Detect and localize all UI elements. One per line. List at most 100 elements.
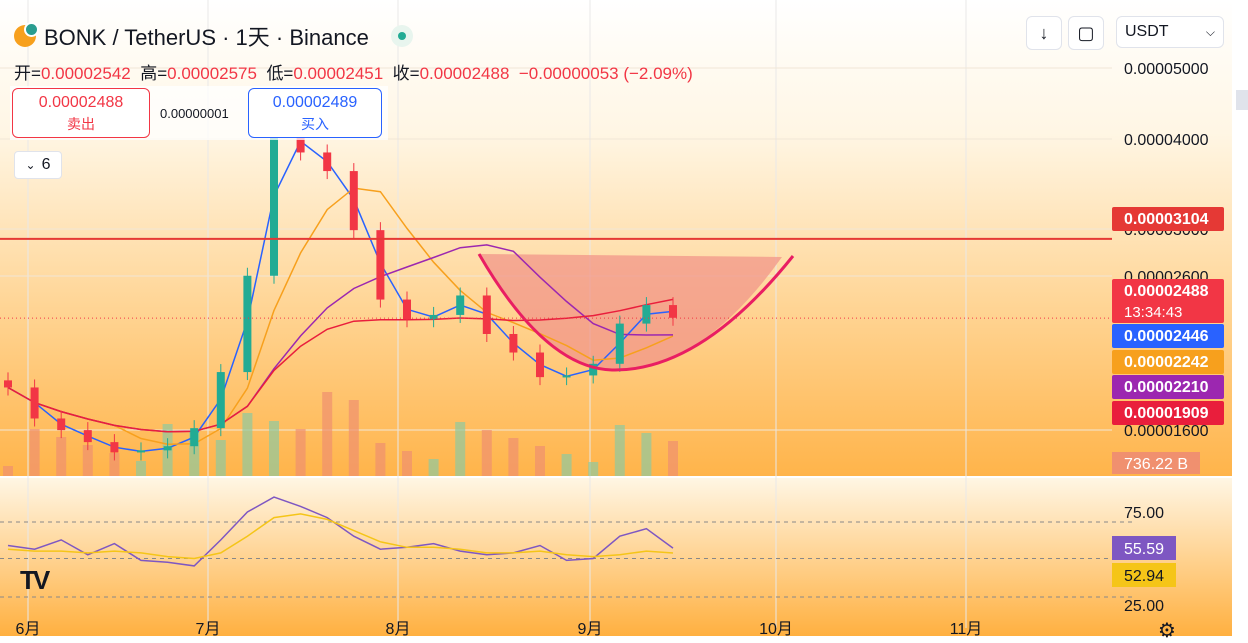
sell-button[interactable]: 0.00002488 卖出 xyxy=(12,88,150,138)
price-label-text: 0.00002210 xyxy=(1124,379,1209,396)
candle-body xyxy=(615,323,624,364)
volume-bar xyxy=(455,422,466,476)
candle-body xyxy=(216,372,225,429)
candle-body xyxy=(270,130,278,276)
volume-bar xyxy=(668,441,678,476)
close-label: 收= xyxy=(392,64,420,83)
price-label-text: 0.00003104 xyxy=(1124,211,1209,228)
candle-body xyxy=(163,446,172,451)
volume-bar xyxy=(242,413,253,476)
volume-bar xyxy=(295,429,306,476)
candle-body xyxy=(323,152,332,172)
volume-bar xyxy=(588,462,599,476)
candle-body xyxy=(429,314,438,320)
x-tick-label: 9月 xyxy=(578,621,603,636)
volume-bar xyxy=(481,430,492,476)
scrollbar-thumb[interactable] xyxy=(1236,90,1248,110)
volume-bar xyxy=(561,454,572,476)
rsi-pane-background xyxy=(0,478,1232,636)
volume-label-text: 736.22 B xyxy=(1124,456,1188,473)
candle-body xyxy=(57,418,66,431)
rsi-tick-label: 25.00 xyxy=(1124,598,1164,615)
candle-body xyxy=(669,305,677,318)
candle-body xyxy=(4,380,12,388)
candle-body xyxy=(243,275,252,373)
candle-body xyxy=(562,375,571,378)
candle-body xyxy=(190,428,199,447)
x-tick-label: 7月 xyxy=(196,621,221,636)
candle-body xyxy=(83,430,92,443)
rsi-value-text: 52.94 xyxy=(1124,568,1164,585)
chevron-down-icon: ⌄ xyxy=(25,158,36,172)
x-tick-label: 6月 xyxy=(16,621,41,636)
sell-label: 卖出 xyxy=(67,116,95,132)
symbol-title[interactable]: BONK / TetherUS · 1天 · Binance xyxy=(44,20,369,52)
candle-body xyxy=(137,450,145,453)
currency-select[interactable]: USDT ⌵ xyxy=(1116,16,1224,48)
volume-bar xyxy=(215,440,226,476)
symbol-header: BONK / TetherUS · 1天 · Binance xyxy=(14,20,413,52)
price-label-text: 0.00002242 xyxy=(1124,354,1209,371)
close-value: 0.00002488 xyxy=(419,64,510,83)
bonk-logo-icon xyxy=(14,22,39,47)
volume-bar xyxy=(348,400,359,476)
volume-bar xyxy=(375,443,386,476)
low-value: 0.00002451 xyxy=(293,64,384,83)
volume-bar xyxy=(402,451,412,476)
volume-bar xyxy=(508,438,519,476)
chevron-down-icon: ⌵ xyxy=(1205,24,1215,39)
candle-body xyxy=(403,299,411,320)
x-tick-label: 11月 xyxy=(950,621,983,636)
volume-bar xyxy=(614,425,625,476)
candle-body xyxy=(376,230,385,300)
spread-value: 0.00000001 xyxy=(160,106,229,121)
y-tick-label: 0.00001600 xyxy=(1124,423,1209,440)
volume-bar xyxy=(29,429,40,476)
candle-body xyxy=(456,295,465,315)
candle-body xyxy=(30,387,39,419)
volume-bar xyxy=(269,421,279,476)
candle-body xyxy=(642,305,651,324)
candle-body xyxy=(536,352,544,378)
candle-body xyxy=(349,171,358,231)
rsi-tick-label: 75.00 xyxy=(1124,505,1164,522)
volume-bar xyxy=(136,461,146,476)
trade-panel: 0.00002488 卖出 0.00000001 0.00002489 买入 xyxy=(10,86,388,140)
volume-bar xyxy=(641,433,652,476)
sell-price: 0.00002488 xyxy=(38,94,124,111)
fullscreen-button[interactable]: ▢ xyxy=(1068,16,1104,50)
candle-body xyxy=(482,295,491,334)
buy-label: 买入 xyxy=(301,116,329,132)
candle-body xyxy=(509,333,518,353)
countdown-text: 13:34:43 xyxy=(1124,304,1182,321)
high-label: 高= xyxy=(140,64,168,83)
open-value: 0.00002542 xyxy=(40,64,131,83)
volume-bar xyxy=(322,392,333,476)
arrow-down-icon: ↓ xyxy=(1039,22,1049,43)
x-tick-label: 8月 xyxy=(386,621,411,636)
indicators-toggle-button[interactable]: ⌄ 6 xyxy=(14,151,62,179)
volume-bar xyxy=(535,446,545,476)
ohlc-legend: 开=0.00002542 高=0.00002575 低=0.00002451 收… xyxy=(14,59,693,84)
market-open-icon[interactable] xyxy=(390,25,413,47)
y-tick-label: 0.00005000 xyxy=(1124,61,1209,78)
currency-value: USDT xyxy=(1125,23,1169,40)
change-value: −0.00000053 (−2.09%) xyxy=(518,64,693,83)
high-value: 0.00002575 xyxy=(167,64,257,83)
volume-bar xyxy=(428,459,439,476)
buy-button[interactable]: 0.00002489 买入 xyxy=(248,88,382,138)
indicator-count: 6 xyxy=(41,156,51,173)
price-label-text: 0.00001909 xyxy=(1124,405,1209,422)
rsi-value-text: 55.59 xyxy=(1124,541,1164,558)
fullscreen-icon: ▢ xyxy=(1077,22,1095,43)
volume-bar xyxy=(3,466,13,476)
open-label: 开= xyxy=(14,64,41,83)
settings-gear-icon[interactable]: ⚙ xyxy=(1158,618,1176,643)
y-tick-label: 0.00004000 xyxy=(1124,132,1209,149)
tradingview-logo: TV xyxy=(20,565,50,595)
download-button[interactable]: ↓ xyxy=(1026,16,1062,50)
price-label-text: 0.00002488 xyxy=(1124,283,1209,300)
buy-price: 0.00002489 xyxy=(272,94,358,111)
volume-bar xyxy=(56,437,67,476)
candle-body xyxy=(110,442,119,453)
